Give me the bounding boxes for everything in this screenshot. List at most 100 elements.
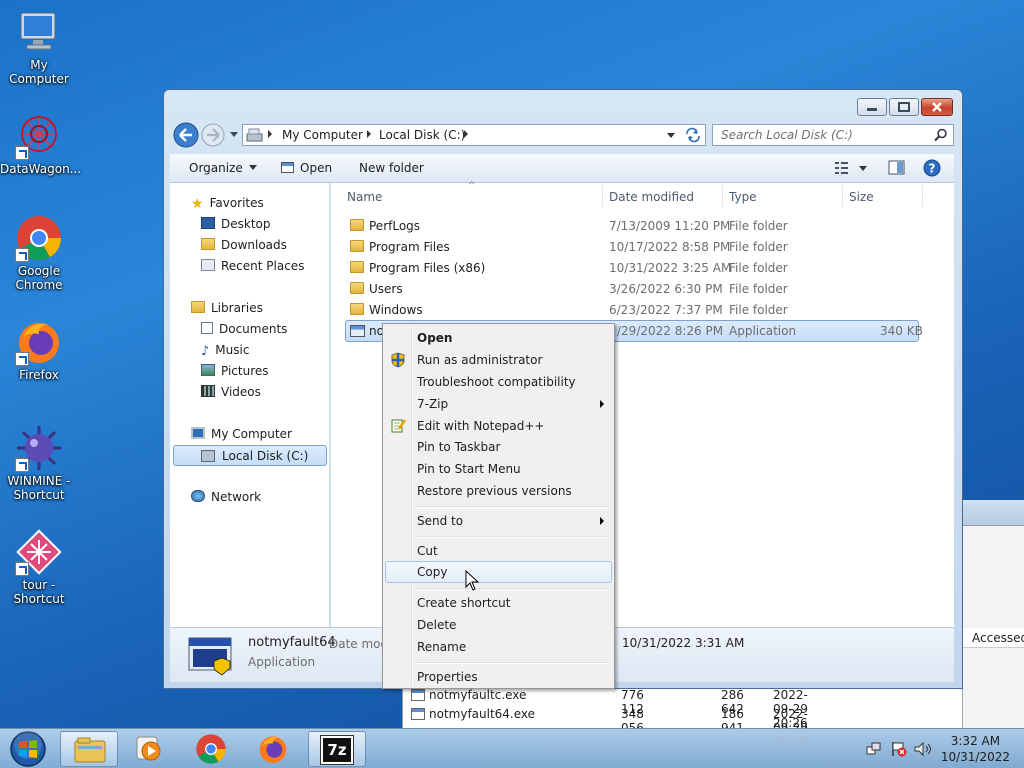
recent-places-icon bbox=[201, 259, 215, 271]
exe-file-icon bbox=[411, 689, 425, 701]
menu-item-run-as-admin[interactable]: Run as administrator bbox=[385, 349, 612, 371]
menu-item-troubleshoot[interactable]: Troubleshoot compatibility bbox=[385, 371, 612, 393]
menu-label: Pin to Start Menu bbox=[417, 462, 521, 476]
volume-icon[interactable] bbox=[914, 741, 932, 757]
desktop-icon-tour[interactable]: tour - Shortcut bbox=[0, 528, 78, 606]
table-row[interactable]: Users 3/26/2022 6:30 PM File folder bbox=[345, 279, 919, 299]
search-icon bbox=[934, 128, 947, 142]
address-history-dropdown[interactable] bbox=[667, 133, 675, 138]
context-menu[interactable]: Open Run as administrator Troubleshoot c… bbox=[382, 323, 615, 689]
nav-videos[interactable]: Videos bbox=[201, 385, 261, 399]
shortcut-arrow-icon bbox=[15, 562, 29, 576]
column-header-accessed[interactable]: Accessed bbox=[963, 628, 1024, 648]
nav-label: Libraries bbox=[211, 301, 263, 315]
table-row[interactable]: PerfLogs 7/13/2009 11:20 PM File folder bbox=[345, 216, 919, 236]
nav-network[interactable]: Network bbox=[191, 490, 261, 504]
open-button[interactable]: Open bbox=[281, 161, 332, 175]
sort-ascending-icon: ^ bbox=[468, 181, 476, 191]
menu-label: Send to bbox=[417, 514, 464, 528]
menu-item-7zip[interactable]: 7-Zip bbox=[385, 393, 612, 415]
breadcrumb-local-disk[interactable]: Local Disk (C:) bbox=[379, 128, 465, 142]
organize-button[interactable]: Organize bbox=[189, 161, 257, 175]
nav-my-computer[interactable]: My Computer bbox=[191, 427, 292, 441]
table-row[interactable]: Program Files (x86) 10/31/2022 3:25 AM Fil… bbox=[345, 258, 919, 278]
preview-pane-button[interactable] bbox=[888, 160, 906, 179]
menu-item-delete[interactable]: Delete bbox=[385, 614, 612, 636]
menu-item-send-to[interactable]: Send to bbox=[385, 510, 612, 532]
taskbar-media-player-button[interactable] bbox=[120, 731, 178, 767]
menu-label: Properties bbox=[417, 670, 478, 684]
back-forward-buttons[interactable] bbox=[172, 121, 244, 149]
menu-item-create-shortcut[interactable]: Create shortcut bbox=[385, 592, 612, 614]
search-input[interactable]: Search Local Disk (C:) bbox=[712, 124, 954, 146]
minimize-button[interactable] bbox=[857, 98, 887, 116]
computer-icon bbox=[191, 427, 205, 439]
desktop-icon-my-computer[interactable]: My Computer bbox=[0, 8, 78, 86]
taskbar-7zip-button[interactable]: 7z bbox=[308, 731, 366, 767]
details-file-type: Application bbox=[248, 655, 316, 669]
menu-item-edit-notepadpp[interactable]: Edit with Notepad++ bbox=[385, 415, 612, 437]
menu-label: 7-Zip bbox=[417, 397, 449, 411]
background-window[interactable]: Accessed bbox=[962, 500, 1024, 728]
menu-item-cut[interactable]: Cut bbox=[385, 540, 612, 562]
help-button[interactable]: ? bbox=[923, 159, 941, 180]
new-folder-button[interactable]: New folder bbox=[359, 161, 424, 175]
close-button[interactable] bbox=[921, 98, 953, 116]
column-divider bbox=[922, 185, 923, 207]
system-clock[interactable]: 3:32 AM 10/31/2022 bbox=[941, 733, 1010, 765]
menu-item-copy[interactable]: Copy bbox=[385, 561, 612, 583]
nav-favorites[interactable]: ★ Favorites bbox=[191, 196, 264, 212]
network-tray-icon[interactable] bbox=[866, 741, 882, 757]
start-button[interactable] bbox=[8, 730, 48, 768]
nav-label: Local Disk (C:) bbox=[222, 449, 309, 463]
nav-documents[interactable]: Documents bbox=[201, 322, 287, 336]
nav-desktop[interactable]: Desktop bbox=[201, 217, 271, 231]
menu-item-open[interactable]: Open bbox=[385, 327, 612, 349]
nav-recent-places[interactable]: Recent Places bbox=[201, 259, 304, 273]
breadcrumb-chevron-icon bbox=[268, 130, 272, 138]
nav-music[interactable]: ♪ Music bbox=[201, 343, 249, 359]
folder-icon bbox=[350, 261, 364, 273]
table-row[interactable]: Windows 6/23/2022 7:37 PM File folder bbox=[345, 300, 919, 320]
breadcrumb-my-computer[interactable]: My Computer bbox=[282, 128, 363, 142]
taskbar-explorer-button[interactable] bbox=[60, 731, 118, 767]
menu-item-rename[interactable]: Rename bbox=[385, 636, 612, 658]
action-center-flag-icon[interactable] bbox=[890, 741, 908, 757]
desktop-icon-winmine[interactable]: WINMINE - Shortcut bbox=[0, 424, 78, 502]
taskbar-firefox-button[interactable] bbox=[244, 731, 302, 767]
menu-item-pin-taskbar[interactable]: Pin to Taskbar bbox=[385, 436, 612, 458]
taskbar-chrome-button[interactable] bbox=[182, 731, 240, 767]
nav-pictures[interactable]: Pictures bbox=[201, 364, 269, 378]
folder-icon bbox=[350, 219, 364, 231]
clock-date: 10/31/2022 bbox=[940, 750, 1010, 764]
address-bar[interactable]: My Computer Local Disk (C:) bbox=[242, 124, 706, 146]
desktop-icon-datawagon[interactable]: DataWagon... bbox=[0, 112, 81, 176]
nav-local-disk[interactable]: Local Disk (C:) bbox=[173, 445, 327, 466]
background-file-list[interactable]: notmyfaultc.exe 776 112 286 642 2022-09-… bbox=[402, 686, 962, 749]
nav-label: My Computer bbox=[211, 427, 292, 441]
menu-item-pin-start[interactable]: Pin to Start Menu bbox=[385, 458, 612, 480]
row-name: Windows bbox=[369, 303, 423, 317]
desktop-icon-firefox[interactable]: Firefox bbox=[0, 318, 78, 382]
menu-label: Cut bbox=[417, 544, 438, 558]
maximize-button[interactable] bbox=[889, 98, 919, 116]
column-header-name[interactable]: Name bbox=[347, 190, 382, 204]
menu-item-properties[interactable]: Properties bbox=[385, 666, 612, 688]
menu-item-restore-versions[interactable]: Restore previous versions bbox=[385, 480, 612, 502]
table-row[interactable]: Program Files 10/17/2022 8:58 PM File fold… bbox=[345, 237, 919, 257]
tour-icon bbox=[15, 528, 63, 576]
refresh-icon[interactable] bbox=[682, 127, 704, 143]
column-header-date[interactable]: Date modified bbox=[609, 190, 694, 204]
mouse-cursor-icon bbox=[465, 570, 480, 591]
documents-icon bbox=[201, 322, 213, 334]
application-icon bbox=[350, 325, 365, 337]
column-header-type[interactable]: Type bbox=[729, 190, 757, 204]
datawagon-icon bbox=[15, 112, 63, 160]
desktop-icon-label: Firefox bbox=[19, 368, 59, 382]
desktop-icon-chrome[interactable]: Google Chrome bbox=[0, 214, 78, 292]
column-header-size[interactable]: Size bbox=[849, 190, 874, 204]
change-view-button[interactable] bbox=[834, 160, 868, 179]
folder-icon bbox=[350, 240, 364, 252]
nav-libraries[interactable]: Libraries bbox=[191, 301, 263, 315]
nav-downloads[interactable]: Downloads bbox=[201, 238, 287, 252]
